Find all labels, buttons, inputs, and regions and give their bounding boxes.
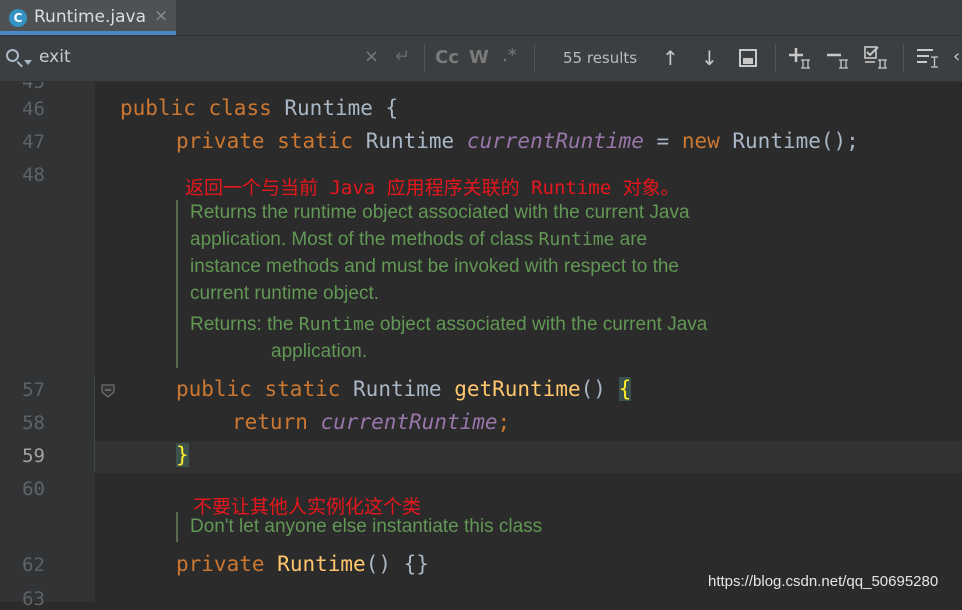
keyword: public xyxy=(120,96,196,120)
chinese-translation-note: 返回一个与当前 Java 应用程序关联的 Runtime 对象。 xyxy=(185,177,680,199)
editor-tab-bar: C Runtime.java × xyxy=(0,0,962,36)
code-text: ; xyxy=(497,410,511,434)
line-number: 63 xyxy=(22,588,45,610)
code-line-47[interactable]: private static Runtime currentRuntime = … xyxy=(176,129,859,153)
code-text: { xyxy=(372,96,399,120)
doc-comment-bar xyxy=(176,200,178,368)
fold-collapse-icon[interactable] xyxy=(101,384,115,398)
line-number: 48 xyxy=(22,164,45,186)
keyword: new xyxy=(681,129,720,153)
code-text: () {} xyxy=(365,552,429,576)
keyword: return xyxy=(232,410,308,434)
code-line-46[interactable]: public class Runtime { xyxy=(120,96,398,120)
line-number-partial: 45 xyxy=(0,82,45,90)
method-name: getRuntime xyxy=(454,377,581,401)
doc-text: object associated with the current Java xyxy=(374,314,708,335)
line-number: 58 xyxy=(22,412,45,434)
doc-code: Runtime xyxy=(298,314,375,335)
filter-search-results-icon[interactable] xyxy=(916,47,940,69)
keyword: private xyxy=(176,552,265,576)
search-icon[interactable] xyxy=(6,49,19,62)
doc-returns-label: Returns: xyxy=(190,314,262,335)
match-case-button[interactable]: Cc xyxy=(435,47,459,68)
line-number-current: 59 xyxy=(22,445,45,467)
type-name: Runtime xyxy=(365,129,455,153)
line-number: 60 xyxy=(22,478,45,500)
tab-close-icon[interactable]: × xyxy=(154,6,168,26)
doc-text: are xyxy=(614,229,648,250)
doc-code: Runtime xyxy=(538,229,615,250)
new-line-icon[interactable]: ↵ xyxy=(395,46,410,67)
clear-search-icon[interactable]: × xyxy=(364,46,379,67)
search-input[interactable]: exit xyxy=(39,47,71,67)
doc-comment-line: instance methods and must be invoked wit… xyxy=(190,256,679,277)
code-line-62[interactable]: private Runtime() {} xyxy=(176,552,429,576)
line-number: 62 xyxy=(22,554,45,576)
code-text: Runtime(); xyxy=(719,129,859,153)
matching-brace: } xyxy=(176,443,189,467)
toolbar-divider xyxy=(534,44,535,72)
doc-comment-line: Returns the runtime object associated wi… xyxy=(190,202,690,223)
code-line-58[interactable]: return currentRuntime; xyxy=(232,410,510,434)
doc-text: the xyxy=(261,314,299,335)
field-name: currentRuntime xyxy=(320,410,498,434)
doc-returns-line: application. xyxy=(271,341,368,362)
chinese-translation-note: 不要让其他人实例化这个类 xyxy=(193,496,422,518)
code-line-57[interactable]: public static Runtime getRuntime() { xyxy=(176,377,632,401)
code-text: = xyxy=(643,129,682,153)
keyword: class xyxy=(208,96,272,120)
doc-returns-line: Returns: the Runtime object associated w… xyxy=(190,314,707,336)
remove-occurrence-icon[interactable] xyxy=(826,46,850,70)
more-options-icon[interactable]: ‹ xyxy=(953,46,960,67)
doc-text: application. Most of the methods of clas… xyxy=(190,229,539,250)
type-name: Runtime xyxy=(353,377,442,401)
line-number: 47 xyxy=(22,131,45,153)
next-occurrence-arrow-down-icon[interactable]: ↓ xyxy=(701,46,718,70)
add-occurrence-icon[interactable] xyxy=(788,46,812,70)
select-all-occurrences-icon[interactable] xyxy=(739,49,757,67)
constructor-name: Runtime xyxy=(277,552,366,576)
doc-comment-bar xyxy=(176,512,178,542)
doc-comment-line: application. Most of the methods of clas… xyxy=(190,229,647,251)
tab-runtime-java[interactable]: C Runtime.java × xyxy=(0,0,176,35)
words-button[interactable]: W xyxy=(469,47,489,68)
java-class-icon: C xyxy=(9,9,27,27)
line-number: 57 xyxy=(22,379,45,401)
regex-button[interactable]: .* xyxy=(502,45,517,66)
doc-comment-line: current runtime object. xyxy=(190,283,380,304)
keyword: static xyxy=(277,129,354,153)
keyword: static xyxy=(264,377,341,401)
select-all-checkbox-icon[interactable] xyxy=(864,45,890,70)
toolbar-divider xyxy=(775,44,776,72)
code-text: () xyxy=(580,377,619,401)
line-number: 46 xyxy=(22,98,45,120)
doc-comment-line: Don't let anyone else instantiate this c… xyxy=(190,516,543,537)
keyword: private xyxy=(176,129,265,153)
matching-brace: { xyxy=(618,377,632,401)
toolbar-divider xyxy=(424,44,425,72)
search-history-chevron-icon[interactable] xyxy=(24,60,32,65)
toolbar-divider xyxy=(903,44,904,72)
keyword: public xyxy=(176,377,252,401)
tab-file-name: Runtime.java xyxy=(34,7,147,27)
watermark: https://blog.csdn.net/qq_50695280 xyxy=(708,573,939,590)
code-line-59[interactable]: } xyxy=(176,443,189,467)
field-name: currentRuntime xyxy=(466,129,644,153)
class-name: Runtime xyxy=(284,96,373,120)
previous-occurrence-arrow-up-icon[interactable]: ↑ xyxy=(662,46,679,70)
editor-gutter xyxy=(0,82,95,602)
find-bar: exit × ↵ Cc W .* 55 results ↑ ↓ ‹ xyxy=(0,36,962,82)
current-line-highlight xyxy=(95,441,962,473)
results-count: 55 results xyxy=(563,49,638,67)
